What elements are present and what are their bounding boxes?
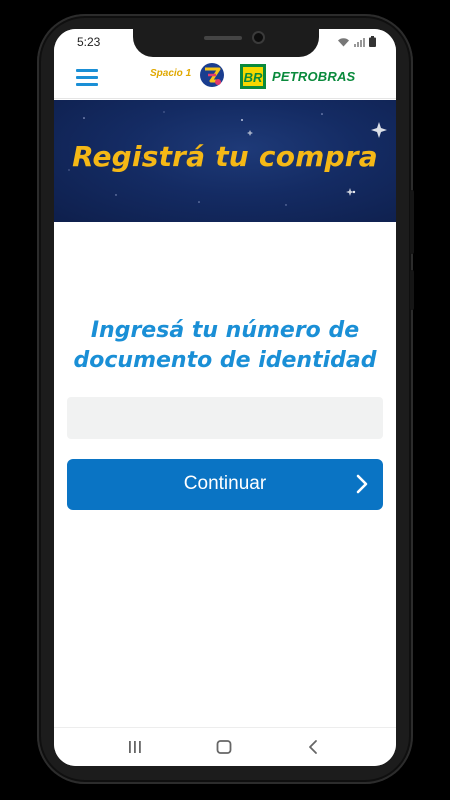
home-icon[interactable]: [214, 738, 234, 756]
phone-side-button: [410, 270, 414, 310]
status-icons: [337, 36, 376, 47]
recents-icon[interactable]: [125, 738, 145, 756]
status-time: 5:23: [77, 35, 101, 49]
banner-title: Registrá tu compra: [72, 140, 378, 173]
document-id-input[interactable]: [67, 397, 383, 439]
front-camera: [252, 31, 265, 44]
petrobras-logo-text: PETROBRAS: [272, 69, 356, 84]
spacio-logo-text: Spacio 1: [150, 68, 192, 79]
form-heading: Ingresá tu número de documento de identi…: [64, 316, 386, 376]
continue-button[interactable]: Continuar: [67, 459, 383, 510]
sparkle-star: [346, 188, 354, 196]
wifi-icon: [338, 37, 349, 46]
banner: Registrá tu compra: [54, 100, 396, 222]
phone-side-button: [410, 190, 414, 254]
br-logo-text: BR: [244, 70, 263, 85]
spacio-logo: [200, 63, 224, 87]
signal-icon: [354, 37, 365, 47]
hamburger-icon[interactable]: [76, 67, 100, 87]
br-logo: BR: [240, 64, 266, 89]
status-bar: 5:23: [54, 29, 396, 57]
sparkle-star: [371, 122, 387, 138]
back-icon[interactable]: [303, 738, 323, 756]
app-header: Spacio 1 BR PETROBRAS: [54, 57, 396, 99]
speaker-grille: [204, 36, 242, 40]
form-heading-line2: documento de identidad: [73, 348, 377, 373]
continue-button-label: Continuar: [183, 473, 267, 494]
system-nav-bar: [54, 727, 396, 766]
sparkle-star: [247, 130, 253, 136]
form-heading-line1: Ingresá tu número de: [90, 318, 360, 343]
battery-icon: [369, 36, 376, 47]
phone-screen: 5:23 Spacio 1 BR PETROBRAS Registrá tu c…: [54, 29, 396, 766]
chevron-right-icon: [356, 474, 368, 494]
camera-notch: [133, 29, 319, 57]
